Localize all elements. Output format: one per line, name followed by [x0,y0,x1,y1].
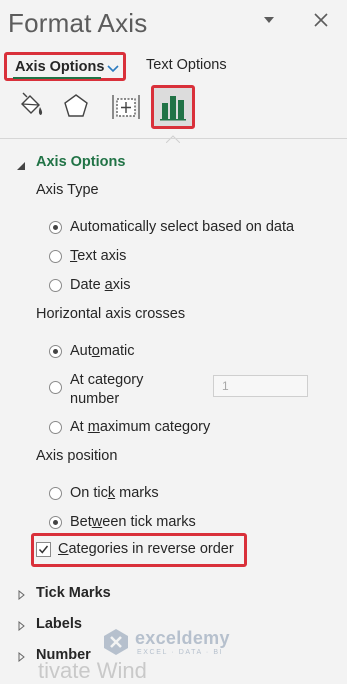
radio-button[interactable] [49,220,62,234]
radio-crosses-automatic[interactable]: Automatic [49,343,135,359]
effects-icon[interactable] [60,90,92,122]
radio-label: On tick marks [70,485,159,501]
pane-options-dropdown-icon[interactable] [262,13,276,27]
radio-button[interactable] [49,249,62,263]
radio-crosses-at-category[interactable] [49,381,62,394]
pane-title: Format Axis [8,8,148,38]
collapse-triangle-icon[interactable] [17,158,25,170]
axis-crosses-label: Horizontal axis crosses [36,306,186,322]
active-tab-indicator [13,77,101,79]
watermark-name: exceldemy [135,628,230,648]
radio-label: At maximum category [70,419,211,435]
radio-label: Between tick marks [70,514,196,530]
radio-label: Date axis [70,277,131,293]
radio-label: Automatically select based on data [70,219,295,235]
radio-button[interactable] [49,515,62,529]
axis-options-icon [160,96,186,121]
expand-triangle-icon[interactable] [18,588,25,601]
category-number-input[interactable]: 1 [213,375,308,397]
section-tick-marks[interactable]: Tick Marks [36,585,111,601]
axis-type-label: Axis Type [36,182,99,198]
axis-position-label: Axis position [36,448,118,464]
radio-between-tick-marks[interactable]: Between tick marks [49,514,196,530]
size-properties-icon[interactable] [110,90,142,122]
close-icon[interactable] [312,11,330,29]
chevron-down-icon[interactable] [107,62,119,73]
divider [0,138,347,139]
radio-label: Text axis [70,248,127,264]
section-labels[interactable]: Labels [36,616,82,632]
category-number-value: 1 [222,379,229,393]
tab-text-options[interactable]: Text Options [146,57,227,73]
radio-date-axis[interactable]: Date axis [49,277,130,293]
reverse-order-checkbox[interactable] [36,542,51,557]
activate-windows-ghost-text: tivate Wind [38,658,147,683]
radio-button[interactable] [49,381,62,394]
radio-button[interactable] [49,486,62,500]
watermark-icon [104,629,128,655]
watermark-tagline: EXCEL · DATA · BI [137,649,224,656]
reverse-order-label[interactable]: Categories in reverse order [58,541,234,557]
radio-label: Automatic [70,343,135,359]
radio-on-tick-marks[interactable]: On tick marks [49,485,159,501]
fill-line-icon[interactable] [14,90,46,122]
radio-crosses-maximum[interactable]: At maximum category [49,419,210,435]
radio-button[interactable] [49,278,62,292]
expand-triangle-icon[interactable] [18,650,25,663]
tab-axis-options-label: Axis Options [15,59,105,75]
radio-button[interactable] [49,344,62,358]
radio-text-axis[interactable]: Text axis [49,248,126,264]
checkmark-icon [38,545,49,554]
radio-auto-select[interactable]: Automatically select based on data [49,219,294,235]
watermark-logo: exceldemy EXCEL · DATA · BI [101,627,247,659]
radio-button[interactable] [49,420,62,434]
axis-options-icon-button[interactable] [151,85,195,129]
section-title-axis-options[interactable]: Axis Options [36,154,125,170]
at-category-label: At category number [70,372,144,407]
expand-triangle-icon[interactable] [18,619,25,632]
